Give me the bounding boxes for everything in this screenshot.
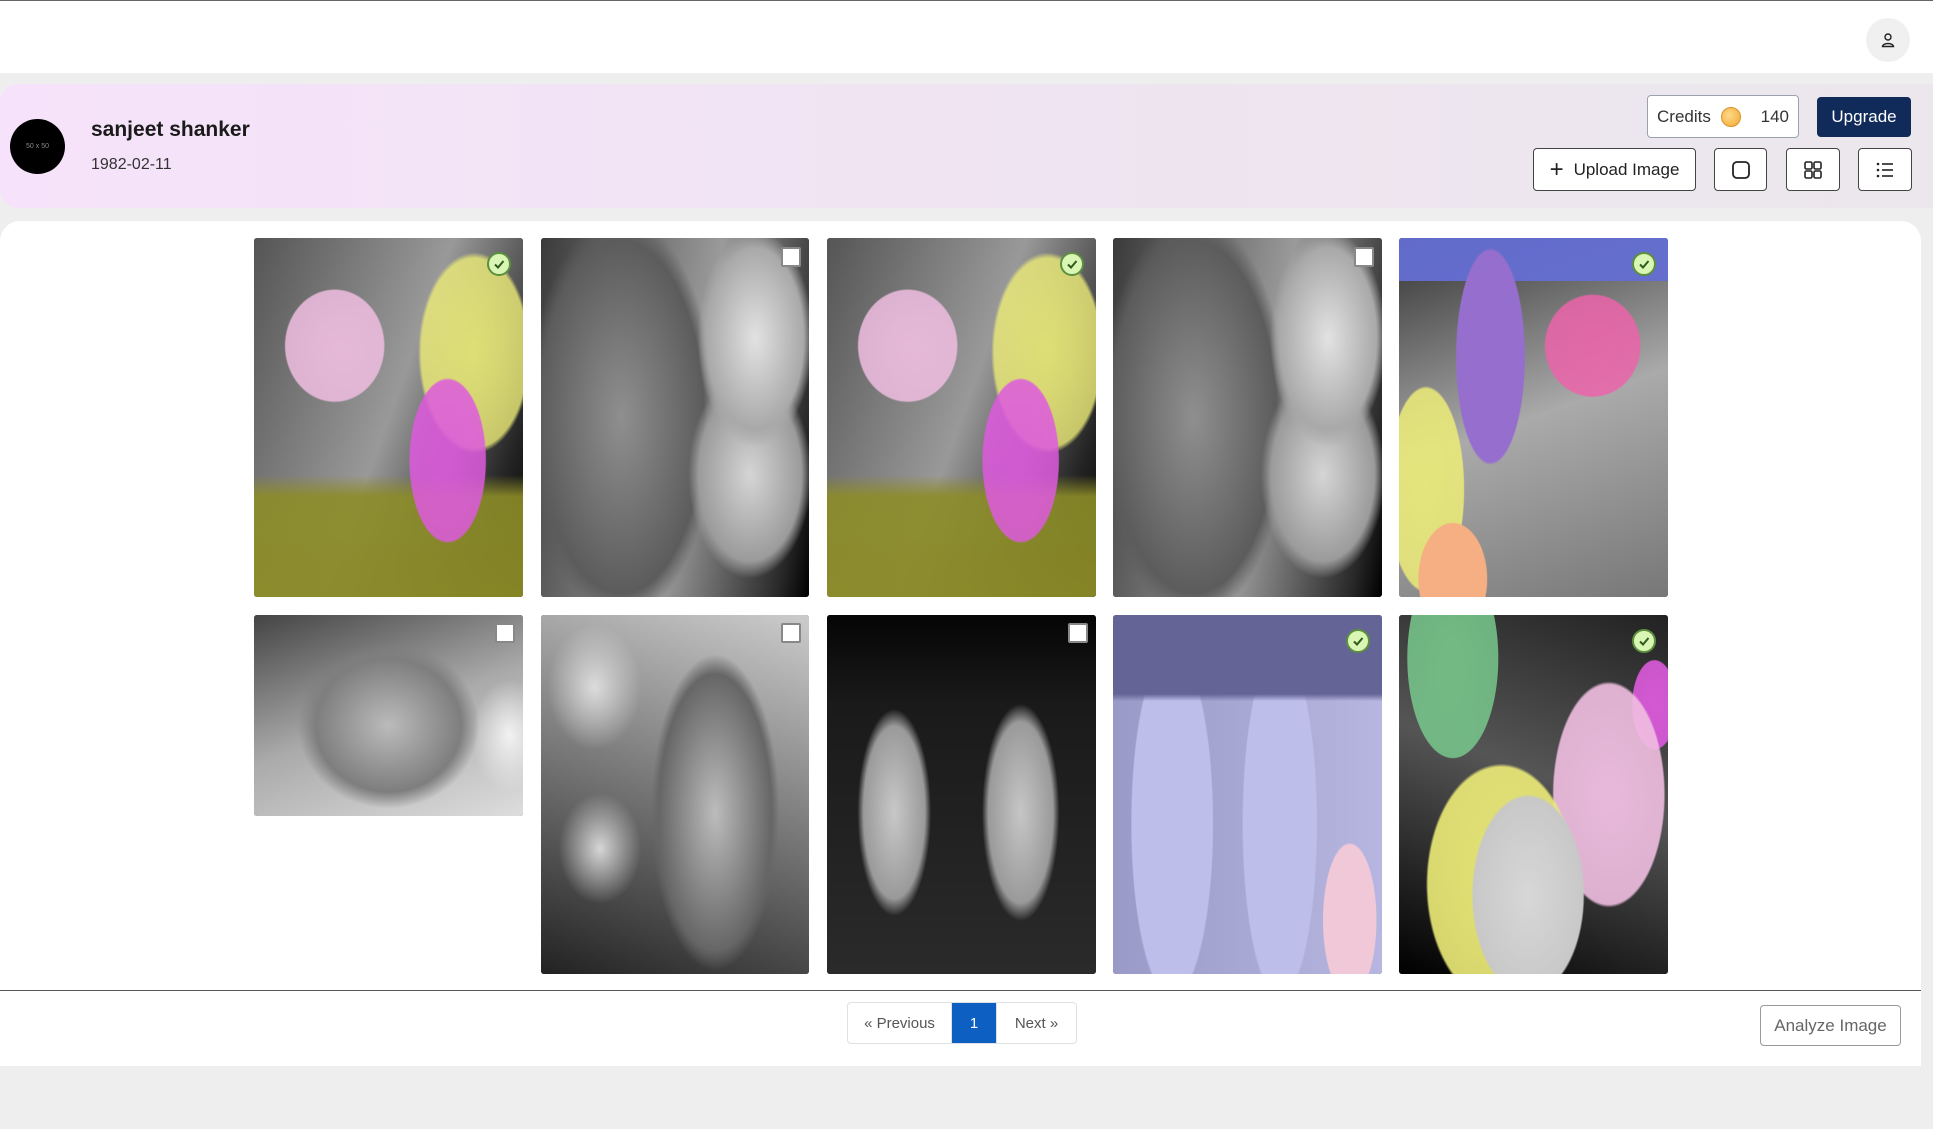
xray-image: [827, 615, 1096, 974]
xray-thumbnail[interactable]: [827, 238, 1096, 597]
list-icon: [1876, 162, 1893, 177]
segmented-xray-image: [827, 238, 1096, 597]
select-checkbox[interactable]: [1068, 623, 1088, 643]
select-checkbox[interactable]: [495, 623, 515, 643]
next-page-button[interactable]: Next »: [996, 1003, 1076, 1043]
square-icon: [1731, 160, 1750, 179]
pagination: « Previous 1 Next »: [847, 1002, 1077, 1044]
xray-thumbnail[interactable]: [541, 238, 809, 597]
xray-thumbnail[interactable]: [827, 615, 1096, 974]
plus-icon: +: [1549, 155, 1564, 183]
user-menu-button[interactable]: [1866, 18, 1910, 62]
segmented-xray-image: [254, 238, 523, 597]
xray-thumbnail[interactable]: [1113, 615, 1382, 974]
segmented-xray-image: [1113, 615, 1382, 974]
credits-label: Credits: [1657, 106, 1711, 126]
analyze-image-button[interactable]: Analyze Image: [1760, 1005, 1901, 1046]
selected-check-icon[interactable]: [1632, 252, 1656, 276]
select-checkbox[interactable]: [1354, 247, 1374, 267]
xray-thumbnail[interactable]: [254, 615, 523, 816]
credits-badge: Credits 140: [1647, 95, 1799, 138]
xray-thumbnail[interactable]: [254, 238, 523, 597]
xray-image: [541, 238, 809, 597]
segmented-xray-image: [1399, 238, 1668, 597]
patient-dob: 1982-02-11: [91, 156, 172, 173]
select-checkbox[interactable]: [781, 247, 801, 267]
patient-header: 50 x 50 sanjeet shanker 1982-02-11 Credi…: [0, 84, 1933, 208]
xray-thumbnail[interactable]: [1113, 238, 1382, 597]
grid-view-button[interactable]: [1786, 148, 1840, 191]
selected-check-icon[interactable]: [1632, 629, 1656, 653]
coin-icon: [1720, 106, 1741, 127]
upload-image-button[interactable]: + Upload Image: [1533, 148, 1696, 191]
xray-thumbnail[interactable]: [1399, 238, 1668, 597]
select-checkbox[interactable]: [781, 623, 801, 643]
user-icon: [1881, 33, 1895, 48]
grid-icon: [1804, 160, 1822, 179]
credits-value: 140: [1760, 106, 1789, 126]
segmented-xray-image: [1399, 615, 1668, 974]
selected-check-icon[interactable]: [1346, 629, 1370, 653]
xray-thumbnail[interactable]: [541, 615, 809, 974]
list-view-button[interactable]: [1858, 148, 1912, 191]
xray-image: [254, 615, 523, 816]
xray-image: [541, 615, 809, 974]
previous-page-button[interactable]: « Previous: [848, 1003, 952, 1043]
xray-image: [1113, 238, 1382, 597]
xray-thumbnail[interactable]: [1399, 615, 1668, 974]
page-1-button[interactable]: 1: [952, 1003, 996, 1043]
patient-avatar: 50 x 50: [10, 119, 65, 174]
upload-image-label: Upload Image: [1573, 159, 1680, 179]
patient-name: sanjeet shanker: [91, 118, 250, 141]
selected-check-icon[interactable]: [1060, 252, 1084, 276]
single-view-button[interactable]: [1714, 148, 1767, 191]
selected-check-icon[interactable]: [487, 252, 511, 276]
image-gallery: [0, 221, 1921, 1066]
footer-divider: [0, 990, 1921, 991]
top-bar: [0, 0, 1933, 73]
upgrade-button[interactable]: Upgrade: [1817, 97, 1911, 137]
